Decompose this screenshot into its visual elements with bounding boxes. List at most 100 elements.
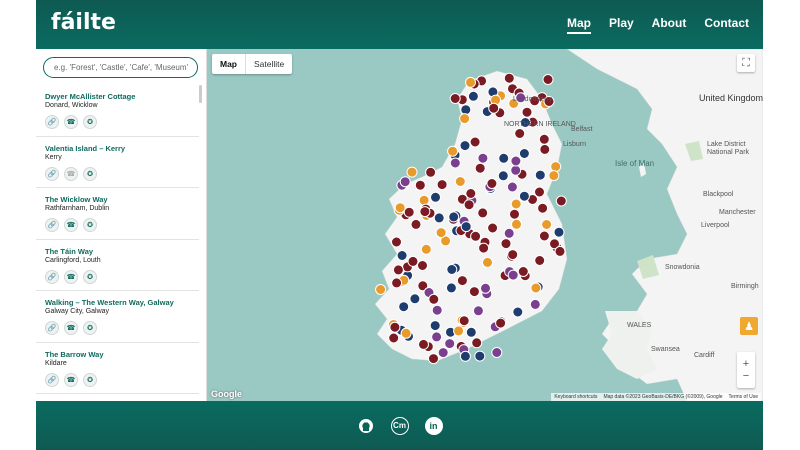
- map-pin[interactable]: [518, 148, 530, 159]
- map-pin[interactable]: [480, 282, 491, 294]
- map-pin[interactable]: [486, 178, 498, 189]
- pegman-icon[interactable]: ♟: [740, 317, 758, 335]
- map-pin[interactable]: [477, 207, 489, 219]
- map-pin[interactable]: [428, 353, 439, 365]
- map-pin[interactable]: [470, 230, 482, 242]
- map-pin[interactable]: [418, 194, 430, 206]
- compass-icon[interactable]: ✪: [83, 115, 97, 129]
- map-pin[interactable]: [469, 136, 481, 148]
- map-pin[interactable]: [398, 301, 410, 313]
- map-pin[interactable]: [460, 221, 472, 233]
- map-pin[interactable]: [497, 170, 509, 182]
- compass-icon[interactable]: ✪: [83, 166, 97, 181]
- map-pin[interactable]: [458, 315, 470, 327]
- map-pin[interactable]: [538, 133, 550, 145]
- link-icon[interactable]: 🔗: [45, 372, 59, 387]
- map-pin[interactable]: [409, 293, 421, 305]
- item-title[interactable]: Dwyer McAllister Cottage: [45, 92, 199, 101]
- map-pin[interactable]: [392, 264, 404, 276]
- list-item[interactable]: Valentia Island – Kerry Kerry 🔗 ☎ ✪: [36, 137, 199, 188]
- item-title[interactable]: The Táin Way: [45, 247, 199, 256]
- map-pin[interactable]: [407, 255, 419, 267]
- map-pin[interactable]: [518, 190, 530, 202]
- phone-icon[interactable]: ☎: [64, 218, 78, 232]
- list-item[interactable]: The Táin Way Carlingford, Louth 🔗 ☎ ✪: [36, 240, 199, 291]
- map-pin[interactable]: [506, 181, 518, 193]
- map-pin[interactable]: [403, 206, 415, 218]
- link-icon[interactable]: 🔗: [45, 218, 59, 232]
- map-pin[interactable]: [418, 338, 429, 350]
- map-pin[interactable]: [529, 298, 541, 310]
- map-pin[interactable]: [406, 166, 418, 178]
- map-pin[interactable]: [478, 242, 490, 254]
- map-pin[interactable]: [417, 260, 428, 271]
- phone-icon[interactable]: ☎: [64, 115, 78, 129]
- logo[interactable]: fáilte: [51, 10, 116, 35]
- list-item[interactable]: Dwyer McAllister Cottage Donard, Wicklow…: [36, 85, 199, 137]
- map-pin[interactable]: [503, 72, 515, 84]
- map-pin[interactable]: [448, 211, 460, 223]
- map-pin[interactable]: [530, 282, 542, 294]
- map-pin[interactable]: [541, 219, 553, 230]
- terms-link[interactable]: Terms of Use: [729, 394, 758, 400]
- map-pin[interactable]: [454, 176, 466, 187]
- zoom-in-button[interactable]: +: [743, 358, 749, 370]
- map[interactable]: United Kingdom NORTHERN IRELAND Londonde…: [207, 49, 763, 401]
- map-pin[interactable]: [491, 347, 503, 358]
- map-pin[interactable]: [509, 208, 520, 220]
- map-pin[interactable]: [474, 162, 486, 174]
- map-pin[interactable]: [498, 152, 510, 164]
- map-pin[interactable]: [538, 230, 550, 242]
- link-icon[interactable]: 🔗: [45, 321, 59, 335]
- compass-icon[interactable]: ✪: [83, 218, 97, 232]
- linkedin-icon[interactable]: in: [424, 416, 443, 435]
- nav-play[interactable]: Play: [609, 16, 634, 34]
- map-pin[interactable]: [391, 277, 403, 289]
- map-pin[interactable]: [375, 284, 387, 295]
- map-pin[interactable]: [534, 169, 546, 181]
- item-title[interactable]: The Barrow Way: [45, 350, 199, 359]
- map-pin[interactable]: [389, 321, 401, 333]
- item-title[interactable]: The Wicklow Way: [45, 195, 199, 204]
- phone-icon[interactable]: ☎: [64, 321, 78, 335]
- keyboard-shortcuts-link[interactable]: Keyboard shortcuts: [554, 394, 597, 400]
- search-input[interactable]: [43, 57, 198, 78]
- map-pin[interactable]: [428, 293, 440, 305]
- phone-icon[interactable]: ☎: [64, 269, 78, 284]
- map-pin[interactable]: [539, 143, 551, 155]
- map-pin[interactable]: [537, 202, 549, 214]
- map-pin[interactable]: [431, 304, 443, 316]
- map-pin[interactable]: [436, 179, 448, 191]
- map-pin[interactable]: [511, 218, 522, 230]
- map-pin[interactable]: [400, 327, 412, 339]
- map-pin[interactable]: [446, 264, 458, 275]
- map-pin[interactable]: [447, 145, 459, 157]
- map-pin[interactable]: [555, 195, 567, 207]
- map-pin[interactable]: [517, 266, 529, 277]
- map-pin[interactable]: [468, 286, 480, 298]
- list-item[interactable]: The Barrow Way Kildare 🔗 ☎ ✪: [36, 343, 199, 394]
- compass-icon[interactable]: ✪: [83, 269, 97, 284]
- map-pin[interactable]: [459, 113, 471, 125]
- map-pin[interactable]: [399, 176, 411, 188]
- map-pin[interactable]: [503, 227, 515, 239]
- map-pin[interactable]: [482, 256, 493, 268]
- map-pin[interactable]: [510, 155, 522, 167]
- map-pin[interactable]: [495, 317, 507, 329]
- map-type-map[interactable]: Map: [212, 54, 246, 74]
- map-pin[interactable]: [445, 282, 457, 294]
- map-pin[interactable]: [507, 269, 519, 281]
- map-pin[interactable]: [391, 236, 402, 248]
- fullscreen-icon[interactable]: ⛶: [737, 54, 755, 72]
- map-pin[interactable]: [437, 347, 449, 359]
- map-pin[interactable]: [430, 191, 441, 203]
- map-pin[interactable]: [453, 325, 465, 337]
- nav-about[interactable]: About: [652, 16, 687, 34]
- zoom-out-button[interactable]: −: [743, 370, 749, 382]
- map-pin[interactable]: [460, 104, 472, 116]
- map-pin[interactable]: [477, 152, 489, 164]
- map-pin[interactable]: [459, 140, 471, 152]
- map-pin[interactable]: [488, 102, 500, 114]
- map-pin[interactable]: [542, 74, 554, 85]
- map-pin[interactable]: [507, 249, 519, 261]
